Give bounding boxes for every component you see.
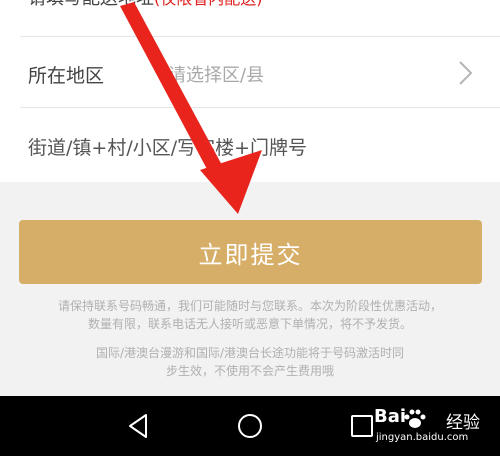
paw-icon xyxy=(403,408,427,434)
chevron-right-icon xyxy=(454,58,478,88)
address-form: 请填写配送地址(仅限省内配送) 所在地区 请选择区/县 xyxy=(0,0,500,182)
circle-home-icon[interactable] xyxy=(234,410,266,442)
watermark-suffix: 经验 xyxy=(446,413,480,433)
province-only-note: (仅限省内配送) xyxy=(154,0,263,8)
delivery-address-title: 请填写配送地址 xyxy=(28,0,154,9)
roaming-note: 国际/港澳台漫游和国际/港澳台长途功能将于号码激活时同 步生效，不使用不会产生费… xyxy=(20,344,480,380)
region-label: 所在地区 xyxy=(28,65,105,87)
street-address-input[interactable] xyxy=(20,122,490,174)
delivery-address-heading: 请填写配送地址(仅限省内配送) xyxy=(28,0,263,12)
submit-button[interactable]: 立即提交 xyxy=(19,220,482,284)
baidu-jingyan-watermark: Bai 经验 jingyan.baidu.com xyxy=(374,406,484,452)
contact-note-line: 数量有限，联系电话无人接听或恶意下单情况，将不予发货。 xyxy=(87,317,412,331)
contact-note-line: 请保持联系号码畅通，我们可能随时与您联系。本次为阶段性优惠活动， xyxy=(57,299,442,313)
roaming-note-line: 国际/港澳台漫游和国际/港澳台长途功能将于号码激活时同 xyxy=(95,346,405,360)
roaming-note-line: 步生效，不使用不会产生费用哦 xyxy=(165,364,334,378)
divider xyxy=(20,36,500,37)
system-nav-bar: Bai 经验 jingyan.baidu.com xyxy=(0,396,500,456)
region-select[interactable]: 请选择区/县 xyxy=(168,56,488,92)
region-placeholder: 请选择区/县 xyxy=(168,65,265,86)
watermark-brand: Bai xyxy=(374,406,407,427)
contact-note: 请保持联系号码畅通，我们可能随时与您联系。本次为阶段性优惠活动， 数量有限，联系… xyxy=(20,297,480,333)
divider xyxy=(20,107,500,108)
triangle-back-icon[interactable] xyxy=(122,410,154,442)
watermark-url: jingyan.baidu.com xyxy=(376,432,469,443)
